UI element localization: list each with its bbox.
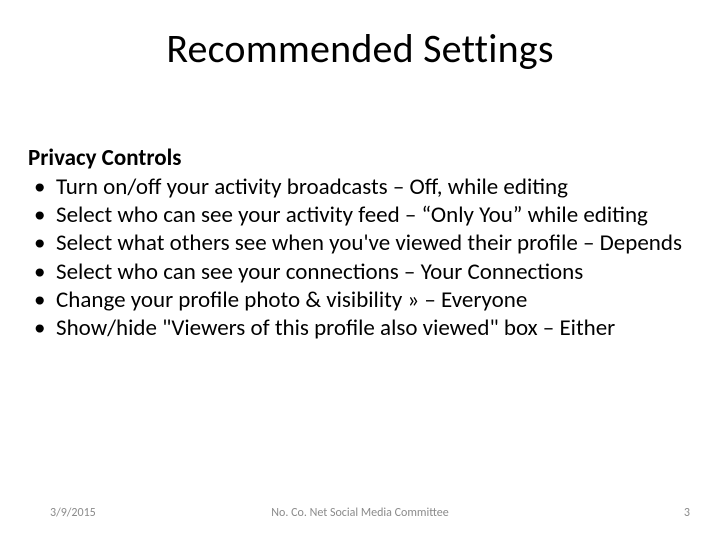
bullet-list: Turn on/off your activity broadcasts – O… bbox=[28, 174, 692, 342]
slide-body: Privacy Controls Turn on/off your activi… bbox=[28, 145, 692, 343]
list-item: Select who can see your connections – Yo… bbox=[28, 259, 692, 286]
list-item: Turn on/off your activity broadcasts – O… bbox=[28, 174, 692, 201]
section-heading: Privacy Controls bbox=[28, 145, 692, 172]
footer-center: No. Co. Net Social Media Committee bbox=[0, 506, 720, 520]
list-item: Select who can see your activity feed – … bbox=[28, 202, 692, 229]
slide: Recommended Settings Privacy Controls Tu… bbox=[0, 0, 720, 540]
footer-page-number: 3 bbox=[684, 506, 690, 520]
list-item: Change your profile photo & visibility »… bbox=[28, 287, 692, 314]
list-item: Show/hide "Viewers of this profile also … bbox=[28, 315, 692, 342]
slide-title: Recommended Settings bbox=[0, 24, 720, 73]
list-item: Select what others see when you've viewe… bbox=[28, 230, 692, 257]
